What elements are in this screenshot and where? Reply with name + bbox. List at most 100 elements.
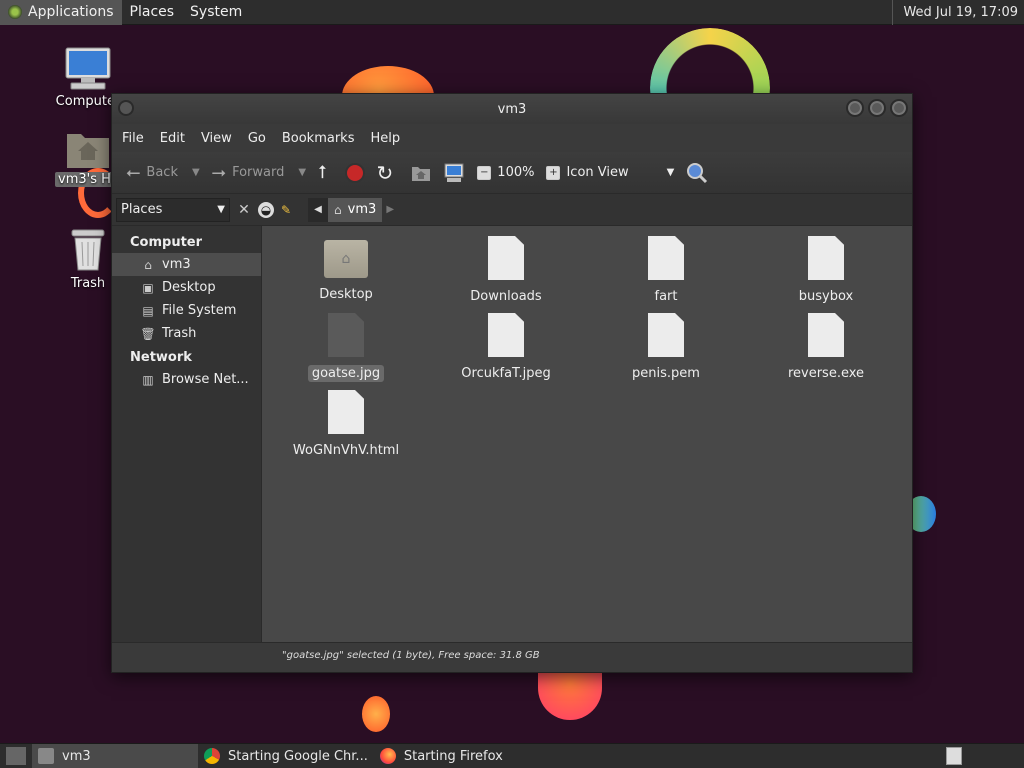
view-mode-select[interactable]: + Icon View ▼ [540,157,680,189]
path-scroll-left-icon[interactable]: ◀ [308,197,328,222]
reload-icon: ↻ [376,160,394,185]
chevron-down-icon: ▼ [666,167,675,178]
applications-label: Applications [28,4,114,20]
places-label: Places [129,4,175,20]
document-icon [328,390,364,434]
file-manager-window: vm3 File Edit View Go Bookmarks Help ⭠ B… [111,93,913,673]
workspace-switcher[interactable] [946,747,962,765]
forward-history-dropdown-icon[interactable]: ▼ [298,167,306,178]
path-crumb-vm3[interactable]: ⌂ vm3 [328,197,383,222]
toolbar: ⭠ Back ▼ ⭢ Forward ▼ ⭡ ↻ − 100% + Icon V… [112,152,912,194]
window-title: vm3 [497,101,527,117]
file-item-busybox[interactable]: busybox [766,236,886,305]
window-menu-button[interactable] [118,100,134,116]
file-icon-view[interactable]: ⌂ Desktop Downloads fart busybox goatse.… [262,226,912,642]
search-button[interactable] [680,157,714,189]
menu-edit[interactable]: Edit [152,131,193,146]
taskbar-item-label: Starting Google Chr... [228,748,368,764]
document-icon [648,313,684,357]
file-item-goatse-jpg[interactable]: goatse.jpg [286,313,406,382]
window-body: Computer ⌂ vm3 ▣ Desktop ▤ File System 🗑… [112,226,912,642]
file-item-downloads[interactable]: Downloads [446,236,566,305]
sidebar-type-select[interactable]: Places ▼ [116,197,230,222]
taskbar-item-firefox[interactable]: Starting Firefox [374,744,509,768]
taskbar-item-chrome[interactable]: Starting Google Chr... [198,744,374,768]
home-folder-icon: ⌂ [334,202,342,217]
sidebar-item-trash[interactable]: 🗑 Trash [112,322,261,345]
distro-logo-icon [8,5,22,19]
menu-go[interactable]: Go [240,131,274,146]
menu-file[interactable]: File [114,131,152,146]
sidebar-header-computer: Computer [130,235,203,250]
document-icon [808,313,844,357]
sidebar-item-file-system[interactable]: ▤ File System [112,299,261,322]
file-item-wognnvhv-html[interactable]: WoGNnVhV.html [286,390,406,459]
up-arrow-icon: ⭡ [318,162,327,183]
top-panel: Applications Places System Wed Jul 19, 1… [0,0,1024,25]
view-mode-label: Icon View [566,165,629,180]
home-button[interactable] [405,157,437,189]
status-bar: "goatse.jpg" selected (1 byte), Free spa… [112,642,912,668]
path-scroll-right-icon[interactable]: ▶ [382,204,398,215]
document-icon [488,236,524,280]
close-sidebar-icon[interactable]: ✕ [234,202,254,218]
taskbar-item-vm3[interactable]: vm3 [32,743,198,768]
desktop-icon-label: Trash [70,276,106,291]
stop-button[interactable] [339,157,371,189]
taskbar-item-label: vm3 [62,748,91,764]
search-icon [687,162,708,183]
close-button[interactable] [890,99,908,117]
path-crumb-label: vm3 [347,202,377,217]
cursor-icon: ◒ [258,201,274,218]
clock[interactable]: Wed Jul 19, 17:09 [892,0,1024,25]
places-menu[interactable]: Places [122,0,183,25]
window-titlebar[interactable]: vm3 [112,94,912,124]
folder-icon: ⌂ [324,240,368,278]
menu-bookmarks[interactable]: Bookmarks [274,131,363,146]
trash-small-icon: 🗑 [140,326,156,341]
forward-arrow-icon: ⭢ [211,162,227,183]
desktop-folder-icon: ▣ [142,280,154,295]
file-item-desktop[interactable]: ⌂ Desktop [286,236,406,303]
file-label: penis.pem [632,366,700,381]
maximize-button[interactable] [868,99,886,117]
file-label: WoGNnVhV.html [292,443,400,458]
sidebar-item-vm3[interactable]: ⌂ vm3 [112,253,261,276]
file-label: goatse.jpg [307,365,385,382]
home-icon: ⌂ [144,257,152,272]
reload-button[interactable]: ↻ [371,157,406,189]
file-item-penis-pem[interactable]: penis.pem [606,313,726,382]
back-button[interactable]: ⭠ Back ▼ [120,157,206,189]
file-label: fart [654,289,678,304]
bottom-panel: vm3 Starting Google Chr... Starting Fire… [0,743,1024,768]
file-item-fart[interactable]: fart [606,236,726,305]
zoom-out-button[interactable]: − 100% [471,157,540,189]
edit-location-icon[interactable]: ✎ [278,202,294,218]
sidebar-item-browse-network[interactable]: ▥ Browse Net... [112,368,261,391]
network-icon: ▥ [142,372,154,387]
system-label: System [190,4,243,20]
places-sidebar: Computer ⌂ vm3 ▣ Desktop ▤ File System 🗑… [112,226,262,642]
menu-view[interactable]: View [193,131,240,146]
system-menu[interactable]: System [182,0,250,25]
applications-menu[interactable]: Applications [0,0,122,25]
zoom-in-icon[interactable]: + [546,165,561,180]
file-item-orcukfat-jpeg[interactable]: OrcukfaT.jpeg [446,313,566,382]
trash-icon [71,229,105,271]
places-select-label: Places [121,202,163,217]
computer-button[interactable] [437,157,471,189]
minimize-button[interactable] [846,99,864,117]
computer-icon [65,47,111,90]
file-label: busybox [798,289,854,304]
forward-button[interactable]: ⭢ Forward ▼ [206,157,312,189]
zoom-out-icon: − [477,165,492,180]
menu-help[interactable]: Help [362,131,408,146]
up-button[interactable]: ⭡ [312,157,338,189]
image-file-icon [328,313,364,357]
back-history-dropdown-icon[interactable]: ▼ [192,167,200,178]
menubar: File Edit View Go Bookmarks Help [112,124,912,152]
show-desktop-button[interactable] [6,747,26,765]
file-item-reverse-exe[interactable]: reverse.exe [766,313,886,382]
computer-small-icon [444,163,464,182]
sidebar-item-desktop[interactable]: ▣ Desktop [112,276,261,299]
